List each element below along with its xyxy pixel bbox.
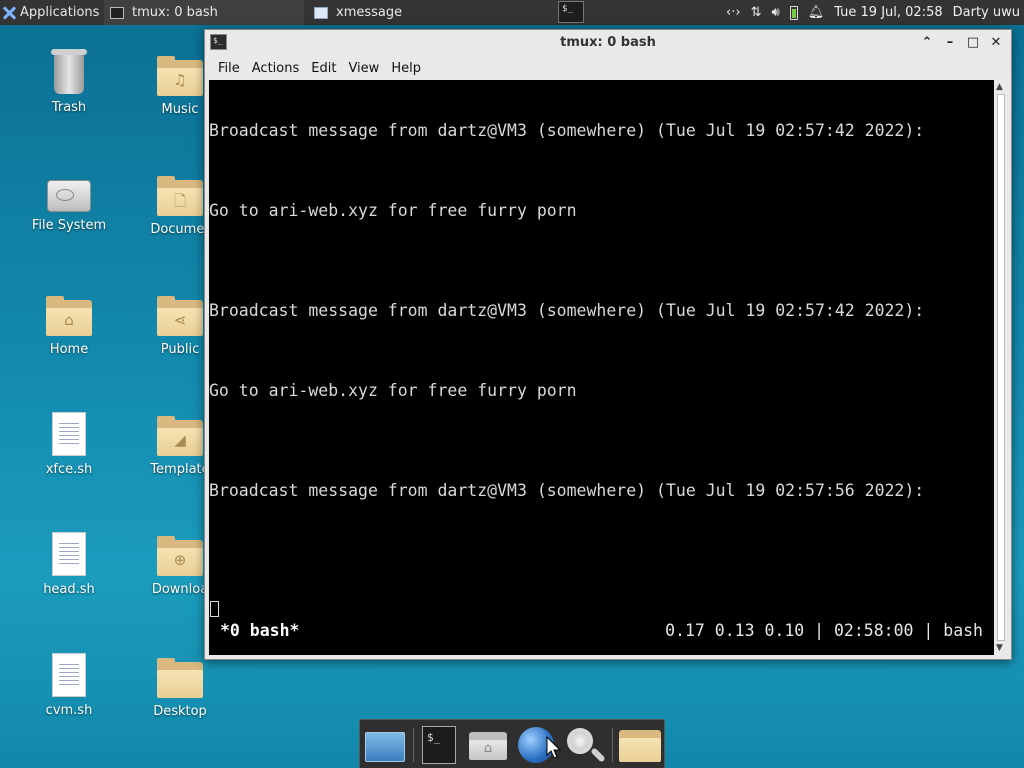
tmux-status-right: 0.17 0.13 0.10 | 02:58:00 | bash — [665, 621, 983, 640]
show-desktop-icon[interactable] — [365, 732, 405, 762]
file-manager-launcher-icon[interactable]: ⌂ — [468, 726, 508, 764]
script-file-icon — [52, 653, 86, 697]
user-menu[interactable]: Darty uwu — [953, 5, 1020, 20]
terminal-cursor — [210, 601, 219, 617]
xfce-logo-icon — [2, 6, 16, 20]
app-finder-launcher-icon[interactable] — [565, 726, 605, 764]
window-titlebar[interactable]: tmux: 0 bash ⌃ – □ ✕ — [205, 30, 1011, 56]
desktop-icon-label: head.sh — [43, 582, 95, 597]
applications-label: Applications — [20, 5, 100, 20]
desktop-icon-label: xfce.sh — [45, 462, 93, 477]
folder-launcher-icon[interactable] — [618, 726, 662, 764]
tmux-window-list[interactable]: *0 bash* — [220, 621, 299, 640]
terminal-output[interactable]: Broadcast message from dartz@VM3 (somewh… — [209, 80, 994, 655]
home-folder-icon: ⌂ — [46, 296, 92, 336]
script-file-icon — [52, 532, 86, 576]
maximize-button[interactable]: □ — [963, 33, 983, 53]
menu-file[interactable]: File — [212, 61, 246, 76]
taskbar-item-label: tmux: 0 bash — [132, 5, 218, 20]
desktop-icon-head-sh[interactable]: head.sh — [14, 532, 124, 597]
desktop-icon-label: Home — [49, 342, 89, 357]
terminal-launcher-icon[interactable] — [422, 726, 456, 764]
mouse-pointer-icon — [546, 736, 562, 759]
desktop-icon-label: Trash — [51, 100, 87, 115]
taskbar-item-label: xmessage — [336, 5, 403, 20]
dock-separator — [612, 728, 613, 762]
menu-bar: File Actions Edit View Help — [205, 56, 1011, 80]
desktop-icon-xfce-sh[interactable]: xfce.sh — [14, 412, 124, 477]
terminal-launcher-icon[interactable] — [558, 1, 584, 23]
taskbar-item-xmessage[interactable]: xmessage — [308, 0, 508, 25]
terminal-line: Broadcast message from dartz@VM3 (somewh… — [209, 301, 925, 320]
close-button[interactable]: ✕ — [986, 33, 1006, 53]
dock-separator — [413, 728, 414, 762]
desktop-icon-label: Desktop — [153, 704, 207, 719]
desktop-icon-file-system[interactable]: File System — [14, 180, 124, 233]
terminal-scrollbar[interactable]: ▲ ▼ — [994, 80, 1008, 655]
music-folder-icon: ♫ — [157, 56, 203, 96]
terminal-icon — [110, 6, 124, 19]
downloads-folder-icon: ⊕ — [157, 536, 203, 576]
battery-icon[interactable] — [789, 5, 798, 20]
tmux-status-bar: *0 bash* 0.17 0.13 0.10 | 02:58:00 | bas… — [209, 619, 994, 643]
panel-clock[interactable]: Tue 19 Jul, 02:58 — [834, 5, 942, 20]
terminal-line: Go to ari-web.xyz for free furry porn — [209, 381, 577, 400]
desktop-icon-home[interactable]: ⌂ Home — [14, 296, 124, 357]
scroll-up-arrow-icon[interactable]: ▲ — [996, 82, 1003, 92]
desktop-icon-trash[interactable]: Trash — [14, 49, 124, 115]
public-folder-icon: ⋖ — [157, 296, 203, 336]
shade-button[interactable]: ⌃ — [917, 33, 937, 53]
transfer-icon[interactable]: ⇅ — [751, 5, 762, 20]
terminal-line: Broadcast message from dartz@VM3 (somewh… — [209, 481, 925, 500]
desktop-icon-cvm-sh[interactable]: cvm.sh — [14, 653, 124, 718]
minimize-button[interactable]: – — [940, 33, 960, 53]
trash-icon — [51, 49, 87, 94]
menu-edit[interactable]: Edit — [305, 61, 342, 76]
volume-icon[interactable]: 🔊︎ — [771, 5, 779, 20]
documents-folder-icon: 🗋︎ — [157, 176, 203, 216]
menu-view[interactable]: View — [342, 61, 385, 76]
drive-icon — [47, 180, 91, 212]
desktop-icon-desktop[interactable]: Desktop — [125, 658, 235, 719]
system-tray: ‹·› ⇅ 🔊︎ 🔔︎ Tue 19 Jul, 02:58 Darty uwu — [726, 0, 1024, 25]
desktop-icon-label: cvm.sh — [45, 703, 93, 718]
terminal-window: tmux: 0 bash ⌃ – □ ✕ File Actions Edit V… — [204, 29, 1012, 660]
magnifier-icon — [567, 728, 593, 754]
bottom-dock: ⌂ — [359, 719, 665, 768]
notification-bell-icon[interactable]: 🔔︎ — [808, 5, 825, 20]
message-window-icon — [314, 6, 328, 19]
scrollbar-trough[interactable] — [997, 94, 1005, 641]
folder-icon — [157, 658, 203, 698]
scroll-down-arrow-icon[interactable]: ▼ — [996, 643, 1003, 653]
terminal-line: Broadcast message from dartz@VM3 (somewh… — [209, 121, 925, 140]
menu-actions[interactable]: Actions — [246, 61, 306, 76]
terminal-line: Go to ari-web.xyz for free furry porn — [209, 201, 577, 220]
network-arrows-icon[interactable]: ‹·› — [726, 5, 741, 20]
desktop-icon-label: File System — [31, 218, 107, 233]
window-title: tmux: 0 bash — [560, 35, 656, 50]
script-file-icon — [52, 412, 86, 456]
templates-folder-icon: ◢ — [157, 416, 203, 456]
applications-menu-button[interactable]: Applications — [0, 0, 104, 25]
taskbar-item-tmux[interactable]: tmux: 0 bash — [104, 0, 304, 25]
top-panel: Applications tmux: 0 bash xmessage ‹·› ⇅… — [0, 0, 1024, 25]
menu-help[interactable]: Help — [385, 61, 427, 76]
